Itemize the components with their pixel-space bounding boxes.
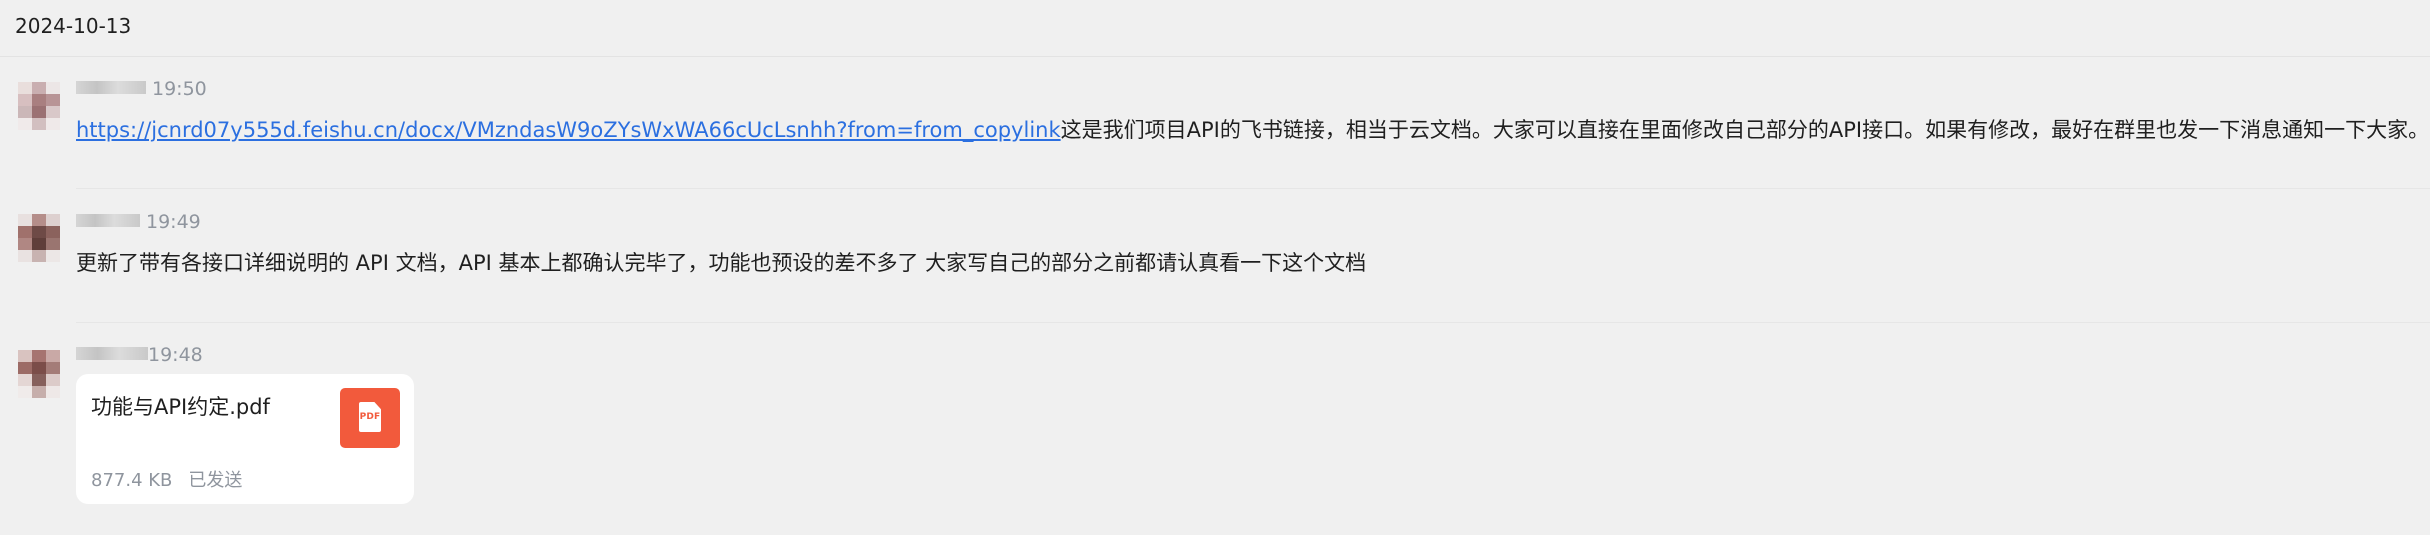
sender-name-blurred[interactable]	[76, 214, 140, 227]
file-meta: 877.4 KB 已发送	[91, 466, 242, 492]
message-meta: 19:49	[76, 211, 201, 233]
file-attachment-card[interactable]: 功能与API约定.pdf PDF 877.4 KB 已发送	[76, 374, 414, 504]
message-divider	[76, 188, 2430, 189]
avatar[interactable]	[18, 82, 60, 130]
message-text: https://jcnrd07y555d.feishu.cn/docx/VMzn…	[76, 116, 2429, 144]
message-body: 更新了带有各接口详细说明的 API 文档，API 基本上都确认完毕了，功能也预设…	[76, 251, 1367, 275]
message-time: 19:50	[152, 78, 207, 100]
date-divider	[0, 56, 2430, 57]
file-size: 877.4 KB	[91, 470, 173, 491]
file-status: 已发送	[188, 470, 243, 491]
pdf-file-icon[interactable]: PDF	[340, 388, 400, 448]
pdf-icon-label: PDF	[359, 412, 381, 422]
doc-link[interactable]: https://jcnrd07y555d.feishu.cn/docx/VMzn…	[76, 118, 1061, 142]
message-time: 19:49	[146, 211, 201, 233]
message-body: 这是我们项目API的飞书链接，相当于云文档。大家可以直接在里面修改自己部分的AP…	[1060, 118, 2430, 142]
date-header: 2024-10-13	[15, 14, 132, 38]
avatar[interactable]	[18, 350, 60, 398]
message-meta: 19:50	[76, 78, 207, 100]
sender-name-blurred[interactable]	[76, 81, 146, 94]
message-text: 更新了带有各接口详细说明的 API 文档，API 基本上都确认完毕了，功能也预设…	[76, 249, 1366, 277]
sender-name-blurred[interactable]	[76, 347, 148, 360]
message-divider	[76, 322, 2430, 323]
message-meta: 19:48	[76, 344, 203, 366]
file-name[interactable]: 功能与API约定.pdf	[91, 391, 270, 421]
avatar[interactable]	[18, 214, 60, 262]
message-time: 19:48	[148, 344, 203, 366]
